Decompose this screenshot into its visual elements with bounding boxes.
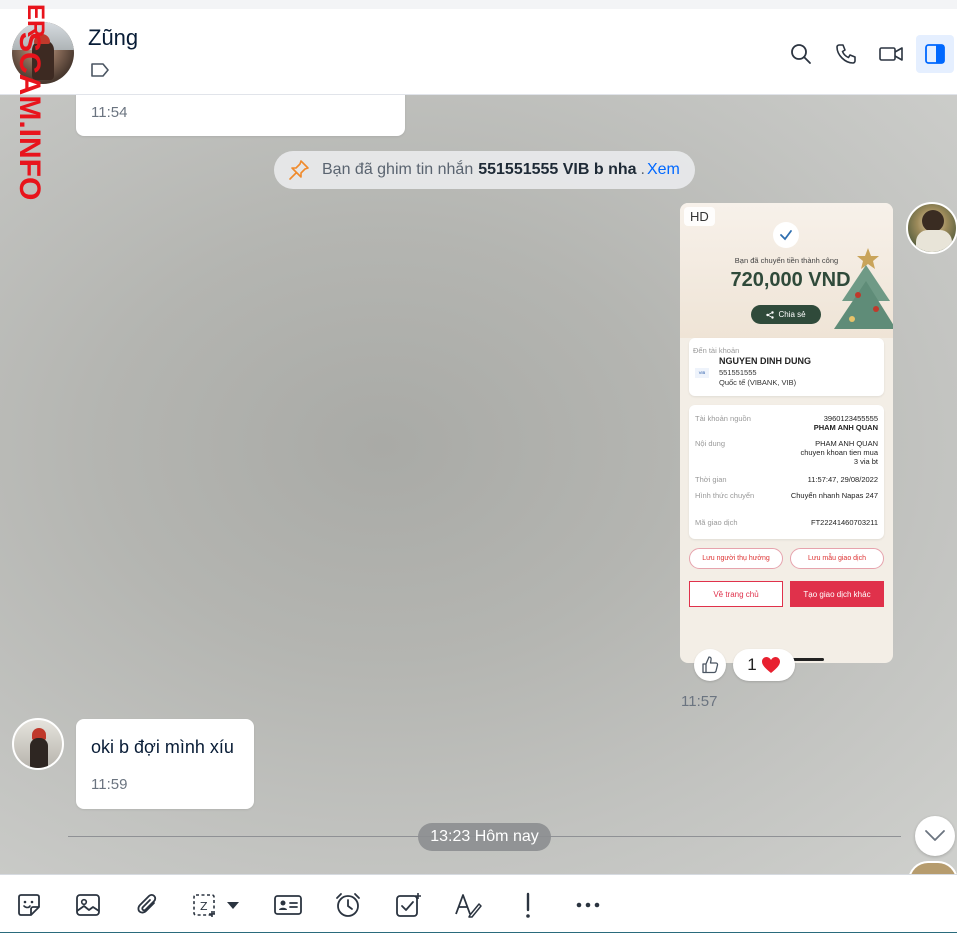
attach-file-button[interactable]: [130, 887, 166, 923]
task-checkbox-icon: [396, 893, 421, 917]
message-text: oki b đợi mình xíu: [91, 737, 234, 757]
seen-avatar: [908, 861, 957, 874]
sidebar-panel-icon: [925, 44, 945, 64]
detail-key: Thời gian: [695, 475, 727, 484]
view-pinned-link[interactable]: Xem: [647, 161, 680, 179]
video-call-button[interactable]: [872, 35, 910, 73]
chat-header: Zũng: [0, 9, 957, 95]
transfer-success-text: Bạn đã chuyển tiền thành công: [734, 256, 839, 265]
detail-row: Hình thức chuyển Chuyển nhanh Napas 247: [695, 491, 878, 500]
svg-text:Z: Z: [200, 900, 208, 913]
composer-input-edge[interactable]: [0, 932, 957, 944]
reaction-count: 1: [747, 655, 757, 674]
caret-down-icon: [227, 902, 239, 909]
new-transaction-button: Tạo giao dịch khác: [790, 581, 884, 607]
chevron-down-icon: [925, 830, 945, 841]
search-icon: [791, 44, 811, 64]
more-icon: [576, 902, 600, 908]
paperclip-icon: [137, 893, 157, 914]
sticker-button[interactable]: [11, 887, 47, 923]
send-image-button[interactable]: [70, 887, 106, 923]
recipient-panel: Đến tài khoản VIB NGUYEN DINH DUNG 55155…: [689, 338, 884, 396]
share-button: Chia sẻ: [751, 305, 821, 324]
detail-value: Chuyển nhanh Napas 247: [790, 491, 878, 500]
send-contact-card-button[interactable]: [270, 887, 306, 923]
pinned-message-notice[interactable]: Bạn đã ghim tin nhắn 551551555 VIB b nha…: [274, 151, 695, 189]
pin-icon: [289, 160, 309, 180]
detail-key: Tài khoản nguồn: [695, 414, 751, 423]
thumbs-up-icon: [702, 656, 719, 674]
share-icon: [766, 310, 775, 319]
share-label: Chia sẻ: [778, 310, 806, 319]
assign-task-button[interactable]: [390, 887, 426, 923]
mark-urgent-button[interactable]: [510, 887, 546, 923]
message-list[interactable]: 11:54 Bạn đã ghim tin nhắn 551551555 VIB…: [0, 95, 957, 874]
detail-value: 11:57:47, 29/08/2022: [807, 475, 878, 484]
sender-avatar[interactable]: [906, 202, 957, 254]
hd-badge: HD: [684, 207, 715, 226]
exclamation-icon: [526, 892, 530, 918]
detail-row: Nội dung PHAM ANH QUAN chuyen khoan tien…: [695, 439, 878, 466]
recipient-bank: Quốc tế (VIBANK, VIB): [719, 378, 797, 387]
contact-name[interactable]: Zũng: [88, 25, 138, 51]
pinned-prefix: Bạn đã ghim tin nhắn: [322, 161, 474, 178]
text-format-icon: [455, 894, 482, 918]
pinned-content: 551551555 VIB b nha: [478, 161, 637, 178]
detail-value: PHAM ANH QUAN chuyen khoan tien mua 3 vi…: [800, 439, 878, 466]
detail-row: Tài khoản nguồn 3960123455555 PHAM ANH QU…: [695, 414, 878, 432]
reaction-summary[interactable]: 1: [733, 649, 795, 681]
detail-value: FT22241460703211: [810, 518, 878, 527]
detail-row: Thời gian 11:57:47, 29/08/2022: [695, 475, 878, 484]
react-button[interactable]: [694, 649, 726, 681]
message-bubble[interactable]: 11:54: [76, 95, 405, 136]
search-button[interactable]: [782, 35, 820, 73]
message-time: 11:59: [91, 776, 128, 793]
label-tag-icon[interactable]: [90, 62, 110, 78]
contact-card-icon: [274, 895, 302, 915]
to-account-label: Đến tài khoản: [693, 346, 740, 355]
contact-message-avatar[interactable]: [12, 718, 64, 770]
more-options-button[interactable]: [570, 887, 606, 923]
image-message-time: 11:57: [681, 693, 718, 710]
sticker-icon: [18, 894, 40, 916]
scroll-to-bottom-button[interactable]: [915, 816, 955, 856]
screenshot-button[interactable]: Z: [190, 887, 246, 923]
message-time: 11:54: [91, 104, 128, 121]
recipient-account: 551551555: [719, 368, 757, 377]
save-template-pill: Lưu mẫu giao dịch: [790, 548, 884, 569]
recipient-name: NGUYEN DINH DUNG: [719, 356, 812, 366]
composer-toolbar: Z: [0, 874, 957, 934]
video-camera-icon: [879, 47, 903, 61]
success-check-icon: [773, 222, 799, 248]
image-icon: [76, 894, 100, 916]
heart-icon: [761, 657, 780, 673]
transfer-amount: 720,000 VND: [730, 269, 851, 291]
detail-key: Nội dung: [695, 439, 726, 448]
phone-icon: [836, 44, 856, 64]
top-strip: [0, 0, 957, 9]
alarm-clock-icon: [336, 893, 360, 917]
vib-logo: VIB: [695, 368, 709, 378]
pinned-separator: .: [640, 161, 645, 178]
toggle-info-panel-button[interactable]: [916, 35, 954, 73]
scam-info-watermark: ER SCAM.INFO: [13, 4, 49, 200]
incoming-message-bubble[interactable]: oki b đợi mình xíu 11:59: [76, 719, 254, 809]
detail-value: 3960123455555 PHAM ANH QUAN: [813, 414, 878, 432]
screenshot-icon: Z: [193, 894, 215, 917]
detail-key: Hình thức chuyển: [695, 491, 755, 500]
svg-text:SCAM.INFO: SCAM.INFO: [13, 32, 46, 200]
detail-row: Mã giao dịch FT22241460703211: [695, 518, 878, 527]
home-button: Về trang chủ: [689, 581, 783, 607]
transfer-receipt-image[interactable]: HD Bạn đã chuyển tiền thành công 720,000…: [680, 203, 893, 663]
reminder-button[interactable]: [330, 887, 366, 923]
save-recipient-pill: Lưu người thụ hưởng: [689, 548, 783, 569]
detail-key: Mã giao dịch: [695, 518, 738, 527]
transaction-details-panel: Tài khoản nguồn 3960123455555 PHAM ANH QU…: [689, 405, 884, 539]
call-button[interactable]: [827, 35, 865, 73]
date-divider: 13:23 Hôm nay: [418, 823, 551, 851]
text-format-button[interactable]: [450, 887, 486, 923]
